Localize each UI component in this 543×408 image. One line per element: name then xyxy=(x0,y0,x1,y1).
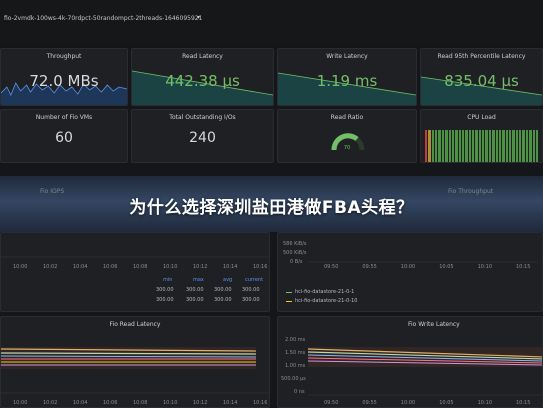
x-tick-label: 10:04 xyxy=(73,400,88,406)
table-header-max[interactable]: max xyxy=(193,277,204,283)
stat-panel-fio-vms[interactable]: Number of Fio VMs 60 xyxy=(0,109,128,163)
stat-panel-read-ratio[interactable]: Read Ratio 70 xyxy=(277,109,417,163)
stat-value: 60 xyxy=(55,130,73,146)
stat-value: 72.0 MBs xyxy=(29,72,99,90)
stat-panel-read-95th[interactable]: Read 95th Percentile Latency 835.04 μs xyxy=(420,48,543,106)
y-tick-label: 1.50 ms xyxy=(285,350,306,356)
table-header-current[interactable]: current xyxy=(245,277,263,283)
iops-chart xyxy=(1,256,269,258)
x-tick-label: 10:02 xyxy=(43,400,58,406)
chevron-down-icon[interactable]: ▾ xyxy=(197,14,200,21)
throughput-chart xyxy=(308,261,538,263)
x-tick-label: 10:16 xyxy=(253,400,268,406)
x-tick-label: 10:16 xyxy=(253,264,268,270)
table-cell: 300.00 xyxy=(186,287,204,293)
stat-panel-throughput[interactable]: Throughput 72.0 MBs xyxy=(0,48,128,106)
x-tick-label: 10:00 xyxy=(13,264,28,270)
x-tick-label: 09:55 xyxy=(362,264,377,270)
stat-value: 835.04 μs xyxy=(444,72,519,90)
panel-title: CPU Load xyxy=(467,114,496,121)
stat-value: 240 xyxy=(189,130,216,146)
x-tick-label: 10:00 xyxy=(400,264,416,270)
x-tick-label: 10:08 xyxy=(133,400,148,406)
table-cell: 300.00 xyxy=(214,287,232,293)
banner-headline: 为什么选择深圳盐田港做FBA头程？ xyxy=(129,198,414,218)
table-header-min[interactable]: min xyxy=(163,277,172,283)
legend-item[interactable]: hci-fio-datastore-21-0-10 xyxy=(295,298,357,304)
stat-value: 442.38 μs xyxy=(165,72,240,90)
y-tick-label: 0 ns xyxy=(294,389,305,395)
chart-panel-read-latency[interactable]: Fio Read Latency 10:00 10:02 10:04 10:06 10:… xyxy=(0,316,270,408)
table-cell: 300.00 xyxy=(156,297,174,303)
table-cell: 300.00 xyxy=(242,287,260,293)
table-cell: 300.00 xyxy=(242,297,260,303)
chart-panel-write-latency[interactable]: Fio Write Latency 2.00 ms 1.50 ms 1.00 m… xyxy=(277,316,543,408)
x-tick-label: 10:14 xyxy=(223,400,238,406)
legend-swatch xyxy=(286,292,292,293)
x-tick-label: 10:10 xyxy=(477,400,493,406)
y-tick-label: 2.00 ms xyxy=(285,337,306,343)
legend-item[interactable]: hci-fio-datastore-21-0-1 xyxy=(295,289,354,295)
x-tick-label: 10:02 xyxy=(43,264,58,270)
stat-value: 1.19 ms xyxy=(316,72,378,90)
x-tick-label: 09:55 xyxy=(362,400,377,406)
x-tick-label: 09:50 xyxy=(324,264,339,270)
dashboard-header: fio-2vmdk-100ws-4k-70rdpct-50randompct-2… xyxy=(0,0,543,44)
title-banner: Fio IOPS Fio Throughput 为什么选择深圳盐田港做FBA头程… xyxy=(0,176,543,232)
stat-panel-write-latency[interactable]: Write Latency 1.19 ms xyxy=(277,48,417,106)
y-tick-label: 0 B/s xyxy=(290,259,303,265)
panel-title: Write Latency xyxy=(326,53,368,60)
panel-title: Throughput xyxy=(46,53,82,60)
x-tick-label: 10:00 xyxy=(13,400,28,406)
x-tick-label: 10:06 xyxy=(103,264,118,270)
stat-panel-cpu-load[interactable]: CPU Load xyxy=(420,109,543,163)
x-tick-label: 10:08 xyxy=(133,264,148,270)
x-tick-label: 10:10 xyxy=(163,264,178,270)
x-tick-label: 10:05 xyxy=(439,264,454,270)
chart-panel-throughput[interactable]: 586 KiB/s 500 KiB/s 0 B/s 09:50 09:55 10:0… xyxy=(277,232,543,312)
panel-title: Read 95th Percentile Latency xyxy=(437,53,526,60)
x-tick-label: 10:12 xyxy=(193,264,208,270)
x-tick-label: 10:14 xyxy=(223,264,238,270)
x-tick-label: 10:05 xyxy=(439,400,454,406)
y-tick-label: 500.00 μs xyxy=(281,376,306,382)
panel-title: Fio Write Latency xyxy=(408,321,460,328)
stat-panel-read-latency[interactable]: Read Latency 442.38 μs xyxy=(131,48,274,106)
table-cell: 300.00 xyxy=(186,297,204,303)
read-latency-chart xyxy=(1,347,269,394)
x-tick-label: 10:04 xyxy=(73,264,88,270)
y-tick-label: 500 KiB/s xyxy=(283,250,307,256)
cpu-bar-gauge xyxy=(425,130,539,162)
stat-panel-outstanding-ios[interactable]: Total Outstanding I/Os 240 xyxy=(131,109,274,163)
dashboard-title[interactable]: fio-2vmdk-100ws-4k-70rdpct-50randompct-2… xyxy=(4,15,202,22)
y-tick-label: 1.00 ms xyxy=(285,363,306,369)
panel-title: Read Latency xyxy=(182,53,223,60)
x-tick-label: 10:06 xyxy=(103,400,118,406)
y-tick-label: 586 KiB/s xyxy=(283,241,307,247)
legend-swatch xyxy=(286,301,292,302)
table-header-avg[interactable]: avg xyxy=(223,277,232,283)
x-tick-label: 10:15 xyxy=(516,264,531,270)
table-cell: 300.00 xyxy=(156,287,174,293)
panel-title: Fio Read Latency xyxy=(109,321,161,328)
x-tick-label: 10:00 xyxy=(400,400,416,406)
gauge-value: 70 xyxy=(343,145,351,151)
chart-panel-iops[interactable]: 10:00 10:02 10:04 10:06 10:08 10:10 10:12 10:14… xyxy=(0,232,270,312)
x-tick-label: 10:10 xyxy=(477,264,493,270)
write-latency-chart xyxy=(308,347,542,396)
x-tick-label: 10:12 xyxy=(193,400,208,406)
table-cell: 300.00 xyxy=(214,297,232,303)
panel-title: Read Ratio xyxy=(330,114,364,121)
x-tick-label: 10:15 xyxy=(516,400,531,406)
panel-title: Total Outstanding I/Os xyxy=(169,114,236,121)
x-tick-label: 10:10 xyxy=(163,400,178,406)
x-tick-label: 09:50 xyxy=(324,400,339,406)
panel-title: Number of Fio VMs xyxy=(35,114,93,121)
